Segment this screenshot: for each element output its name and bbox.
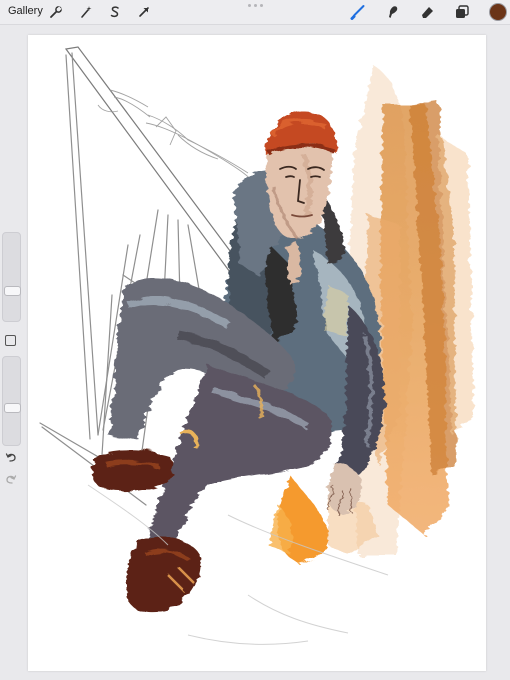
brush-size-slider[interactable] [2,232,21,322]
grabber-handle[interactable] [246,4,264,7]
eraser-icon[interactable] [418,3,436,21]
wrench-icon[interactable] [47,3,65,21]
arrow-cursor-icon[interactable] [135,3,153,21]
drawing-canvas[interactable] [28,35,486,671]
top-toolbar: Gallery [0,0,510,25]
brush-icon[interactable] [349,3,367,21]
magic-wand-icon[interactable] [77,3,95,21]
layers-icon[interactable] [453,3,471,21]
brush-opacity-slider[interactable] [2,356,21,446]
brush-opacity-thumb[interactable] [4,403,21,413]
color-swatch[interactable] [489,3,507,21]
smudge-finger-icon[interactable] [384,3,402,21]
brush-size-thumb[interactable] [4,286,21,296]
artwork-painting [39,46,474,645]
modify-button[interactable] [5,335,16,346]
selection-s-icon[interactable] [106,3,124,21]
left-sidebar [1,232,21,488]
undo-icon[interactable] [4,450,18,464]
redo-icon[interactable] [4,472,18,486]
gallery-button[interactable]: Gallery [8,5,43,17]
